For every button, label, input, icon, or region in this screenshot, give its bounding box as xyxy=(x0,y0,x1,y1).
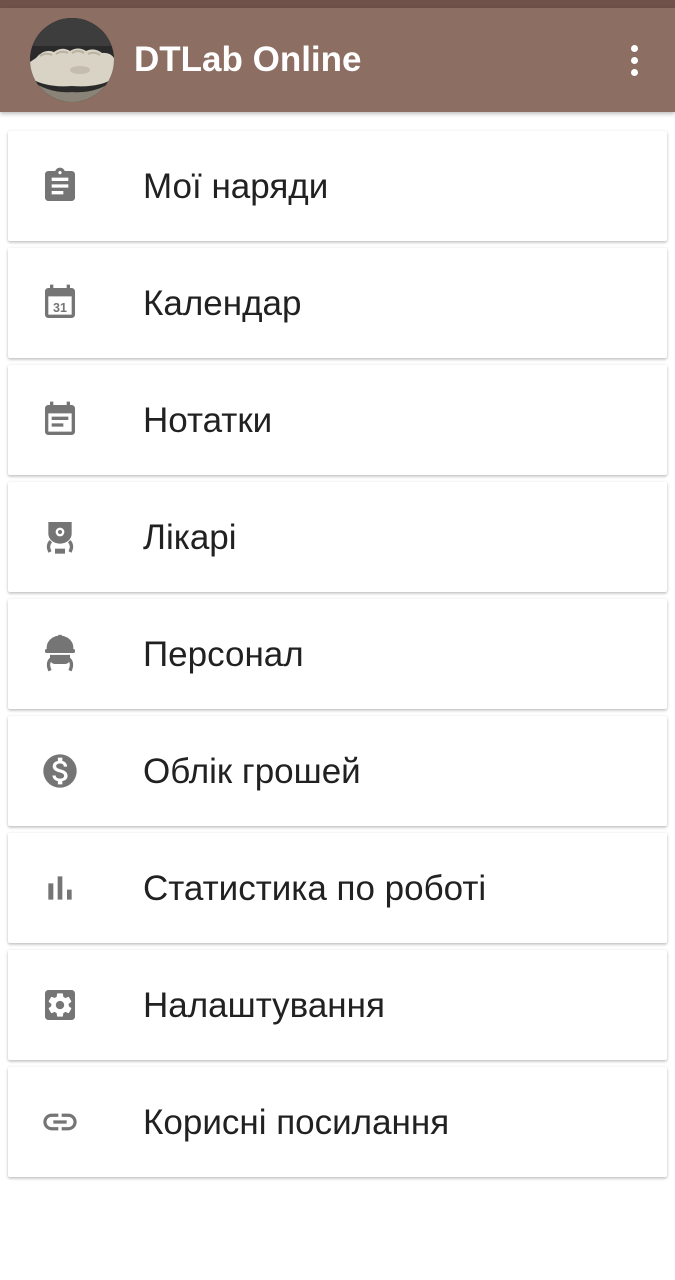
calendar-31-icon: 31 xyxy=(38,283,82,323)
bar-chart-icon xyxy=(38,868,82,908)
main-menu: Мої наряди 31 Календар Нотатки Лікарі Пе… xyxy=(8,131,667,1184)
gear-icon xyxy=(38,985,82,1025)
more-vert-icon xyxy=(630,44,638,52)
menu-item-label: Персонал xyxy=(143,635,304,674)
status-bar-strip xyxy=(0,0,675,8)
dental-model-avatar-icon xyxy=(30,18,114,102)
menu-item-label: Налаштування xyxy=(143,986,385,1025)
menu-item-calendar[interactable]: 31 Календар xyxy=(8,248,667,358)
doctor-icon xyxy=(38,517,82,557)
menu-item-money[interactable]: Облік грошей xyxy=(8,716,667,826)
menu-item-label: Календар xyxy=(143,284,302,323)
worker-helmet-icon xyxy=(38,634,82,674)
menu-item-my-orders[interactable]: Мої наряди xyxy=(8,131,667,241)
menu-item-useful-links[interactable]: Корисні посилання xyxy=(8,1067,667,1177)
menu-item-statistics[interactable]: Статистика по роботі xyxy=(8,833,667,943)
link-icon xyxy=(38,1102,82,1142)
menu-item-label: Статистика по роботі xyxy=(143,869,487,908)
svg-text:31: 31 xyxy=(53,301,67,315)
app-avatar xyxy=(30,18,114,102)
overflow-menu-button[interactable] xyxy=(612,38,656,82)
menu-item-staff[interactable]: Персонал xyxy=(8,599,667,709)
menu-item-label: Корисні посилання xyxy=(143,1103,450,1142)
event-note-icon xyxy=(38,400,82,440)
menu-item-doctors[interactable]: Лікарі xyxy=(8,482,667,592)
app-title: DTLab Online xyxy=(134,40,362,79)
app-bar: DTLab Online xyxy=(0,8,675,112)
more-vert-icon-dot xyxy=(630,56,638,64)
menu-item-settings[interactable]: Налаштування xyxy=(8,950,667,1060)
menu-item-label: Облік грошей xyxy=(143,752,361,791)
menu-item-label: Нотатки xyxy=(143,401,273,440)
menu-item-label: Лікарі xyxy=(143,518,237,557)
menu-item-notes[interactable]: Нотатки xyxy=(8,365,667,475)
more-vert-icon-dot xyxy=(630,68,638,76)
menu-item-label: Мої наряди xyxy=(143,167,329,206)
clipboard-icon xyxy=(38,166,82,206)
dollar-circle-icon xyxy=(38,751,82,791)
